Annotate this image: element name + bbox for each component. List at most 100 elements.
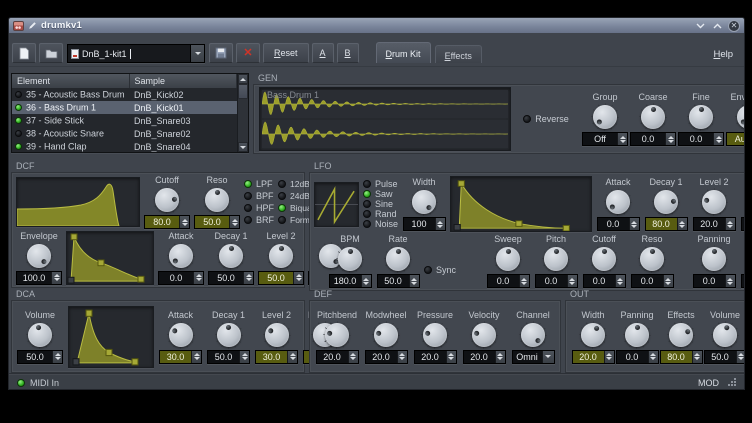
resize-grip[interactable]: [727, 378, 736, 387]
decay-1-value[interactable]: 50.0: [208, 271, 254, 285]
option-pulse[interactable]: Pulse: [363, 179, 398, 189]
spin-arrows[interactable]: [51, 272, 61, 284]
option-brf[interactable]: BRF: [244, 215, 274, 225]
volume-value[interactable]: 0.0: [741, 274, 745, 288]
spin-arrows[interactable]: [567, 275, 577, 287]
rate-value[interactable]: 50.0: [377, 274, 420, 288]
sweep-knob[interactable]: [494, 245, 522, 273]
table-row[interactable]: 37 - Side StickDnB_Snare03: [12, 114, 237, 127]
cutoff-value[interactable]: 0.0: [583, 274, 626, 288]
modwheel-value[interactable]: 20.0: [365, 350, 408, 364]
pressure-knob[interactable]: [421, 321, 449, 349]
coarse-value[interactable]: 0.0: [630, 132, 676, 146]
option-lpf[interactable]: LPF: [244, 179, 274, 189]
cutoff-value[interactable]: 80.0: [144, 215, 190, 229]
width-value[interactable]: 100: [403, 217, 446, 231]
width-knob[interactable]: [579, 321, 607, 349]
velocity-knob[interactable]: [470, 321, 498, 349]
option-bpf[interactable]: BPF: [244, 191, 274, 201]
lfo-envelope-display[interactable]: [450, 176, 592, 232]
spin-arrows[interactable]: [736, 351, 746, 363]
maximize-button[interactable]: [711, 20, 723, 32]
new-preset-button[interactable]: [12, 43, 36, 63]
spin-arrows[interactable]: [495, 351, 505, 363]
option-sine[interactable]: Sine: [363, 199, 398, 209]
volume-knob[interactable]: [26, 321, 54, 349]
spin-arrows[interactable]: [191, 351, 201, 363]
spin-arrows[interactable]: [435, 218, 445, 230]
reso-value[interactable]: 50.0: [194, 215, 240, 229]
compare-b-button[interactable]: B: [337, 43, 359, 63]
spin-arrows[interactable]: [692, 351, 702, 363]
table-row[interactable]: 36 - Bass Drum 1DnB_Kick01: [12, 101, 237, 114]
reso-knob[interactable]: [203, 186, 231, 214]
env-time-knob[interactable]: [735, 103, 745, 131]
delete-preset-button[interactable]: ✕: [236, 43, 260, 63]
reso-knob[interactable]: [638, 245, 666, 273]
level-2-value[interactable]: 20.0: [693, 217, 736, 231]
width-value[interactable]: 20.0: [572, 350, 615, 364]
pressure-value[interactable]: 20.0: [414, 350, 457, 364]
spin-arrows[interactable]: [713, 133, 723, 145]
preset-dropdown-arrow[interactable]: [190, 45, 204, 62]
level-2-value[interactable]: 30.0: [255, 350, 298, 364]
close-button[interactable]: ✕: [728, 20, 740, 32]
cutoff-knob[interactable]: [153, 186, 181, 214]
spin-arrows[interactable]: [663, 275, 673, 287]
spin-arrows[interactable]: [348, 351, 358, 363]
attack-value[interactable]: 0.0: [597, 217, 640, 231]
help-menu[interactable]: Help: [705, 46, 741, 63]
pitchbend-value[interactable]: 20.0: [316, 350, 359, 364]
compare-a-button[interactable]: A: [312, 43, 334, 63]
tab-effects[interactable]: Effects: [435, 45, 482, 63]
reso-value[interactable]: 0.0: [631, 274, 674, 288]
spin-arrows[interactable]: [179, 216, 189, 228]
cutoff-knob[interactable]: [590, 245, 618, 273]
spin-arrows[interactable]: [293, 272, 303, 284]
spin-arrows[interactable]: [409, 275, 419, 287]
panning-knob[interactable]: [700, 245, 728, 273]
table-row[interactable]: 35 - Acoustic Bass DrumDnB_Kick02: [12, 88, 237, 101]
volume-value[interactable]: 50.0: [704, 350, 746, 364]
spin-arrows[interactable]: [677, 218, 687, 230]
spin-arrows[interactable]: [361, 275, 371, 287]
level-2-knob[interactable]: [263, 321, 291, 349]
group-knob[interactable]: [591, 103, 619, 131]
column-header-element[interactable]: Element: [12, 74, 129, 88]
dca-envelope-display[interactable]: [68, 306, 154, 368]
panning-knob[interactable]: [623, 321, 651, 349]
envelope-knob[interactable]: [25, 242, 53, 270]
attack-knob[interactable]: [604, 188, 632, 216]
attack-knob[interactable]: [167, 242, 195, 270]
spin-arrows[interactable]: [243, 272, 253, 284]
sync-checkbox[interactable]: Sync: [424, 265, 456, 275]
decay-1-knob[interactable]: [217, 242, 245, 270]
pitchbend-knob[interactable]: [323, 321, 351, 349]
decay-1-value[interactable]: 50.0: [207, 350, 250, 364]
lfo-shape-display[interactable]: [314, 182, 359, 227]
option-rand[interactable]: Rand: [363, 209, 398, 219]
scroll-thumb[interactable]: [238, 84, 248, 99]
spin-arrows[interactable]: [648, 351, 658, 363]
minimize-button[interactable]: [694, 20, 706, 32]
dcf-envelope-display[interactable]: [66, 231, 154, 285]
spin-arrows[interactable]: [665, 133, 675, 145]
coarse-knob[interactable]: [639, 103, 667, 131]
panning-value[interactable]: 0.0: [693, 274, 736, 288]
decay-2-value[interactable]: 50.0: [741, 217, 745, 231]
bpm-knob[interactable]: [336, 245, 364, 273]
column-header-sample[interactable]: Sample: [129, 74, 237, 88]
pitch-value[interactable]: 0.0: [535, 274, 578, 288]
volume-knob[interactable]: [711, 321, 739, 349]
titlebar[interactable]: drumkv1 ✕: [9, 18, 744, 33]
decay-1-value[interactable]: 80.0: [645, 217, 688, 231]
sweep-value[interactable]: 0.0: [487, 274, 530, 288]
table-row[interactable]: 39 - Hand ClapDnB_Snare04: [12, 140, 237, 153]
option-saw[interactable]: Saw: [363, 189, 398, 199]
fine-value[interactable]: 0.0: [678, 132, 724, 146]
table-row[interactable]: 38 - Acoustic SnareDnB_Snare02: [12, 127, 237, 140]
spin-arrows[interactable]: [725, 218, 735, 230]
scrollbar[interactable]: [237, 74, 248, 152]
effects-knob[interactable]: [667, 321, 695, 349]
option-hpf[interactable]: HPF: [244, 203, 274, 213]
